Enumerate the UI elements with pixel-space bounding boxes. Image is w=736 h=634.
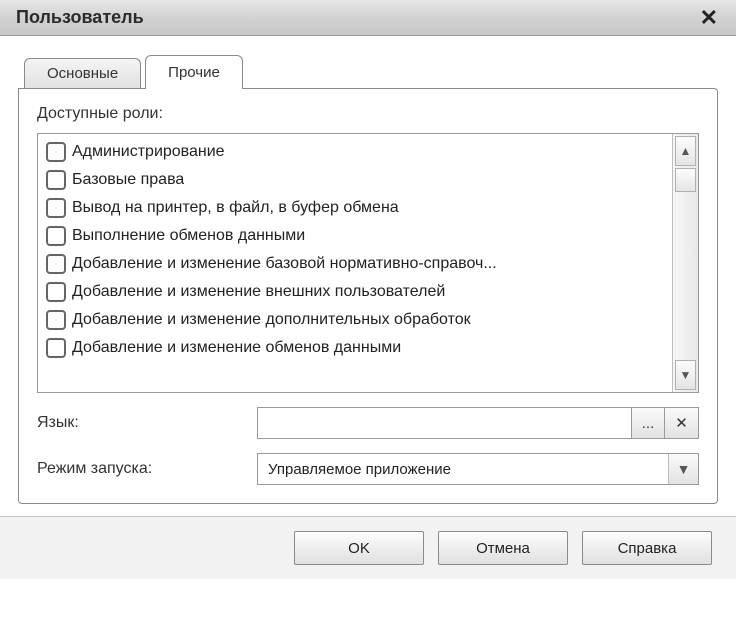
role-label: Вывод на принтер, в файл, в буфер обмена	[72, 199, 399, 217]
list-item[interactable]: Добавление и изменение дополнительных об…	[38, 306, 672, 334]
checkbox[interactable]	[46, 226, 66, 246]
checkbox[interactable]	[46, 142, 66, 162]
list-item[interactable]: Вывод на принтер, в файл, в буфер обмена	[38, 194, 672, 222]
button-label: Справка	[618, 540, 677, 557]
tab-other[interactable]: Прочие	[145, 55, 243, 89]
titlebar: Пользователь ✕	[0, 0, 736, 36]
button-label: Отмена	[476, 540, 530, 557]
scrollbar: ▲ ▼	[672, 134, 698, 392]
window-title: Пользователь	[16, 7, 144, 28]
launch-mode-dropdown[interactable]: Управляемое приложение ▼	[257, 453, 699, 485]
checkbox[interactable]	[46, 198, 66, 218]
tab-main[interactable]: Основные	[24, 58, 141, 88]
role-label: Администрирование	[72, 143, 225, 161]
role-label: Добавление и изменение внешних пользоват…	[72, 283, 445, 301]
roles-list[interactable]: Администрирование Базовые права Вывод на…	[38, 134, 672, 392]
role-label: Базовые права	[72, 171, 184, 189]
checkbox[interactable]	[46, 170, 66, 190]
language-label: Язык:	[37, 414, 257, 432]
tab-label: Прочие	[168, 64, 220, 81]
select-button[interactable]: ...	[631, 407, 665, 439]
list-item[interactable]: Добавление и изменение внешних пользоват…	[38, 278, 672, 306]
cancel-button[interactable]: Отмена	[438, 531, 568, 565]
list-item[interactable]: Базовые права	[38, 166, 672, 194]
chevron-down-icon: ▼	[680, 368, 692, 382]
checkbox[interactable]	[46, 254, 66, 274]
scroll-up-button[interactable]: ▲	[675, 136, 696, 166]
role-label: Добавление и изменение дополнительных об…	[72, 311, 471, 329]
tabstrip: Основные Прочие	[24, 54, 718, 88]
list-item[interactable]: Добавление и изменение базовой нормативн…	[38, 250, 672, 278]
checkbox[interactable]	[46, 310, 66, 330]
role-label: Выполнение обменов данными	[72, 227, 305, 245]
role-label: Добавление и изменение базовой нормативн…	[72, 255, 497, 273]
scroll-track[interactable]	[675, 168, 696, 358]
ellipsis-icon: ...	[642, 415, 655, 432]
dropdown-value: Управляемое приложение	[258, 457, 668, 482]
launch-mode-label: Режим запуска:	[37, 460, 257, 478]
button-label: OK	[348, 540, 370, 557]
list-item[interactable]: Выполнение обменов данными	[38, 222, 672, 250]
dialog-footer: OK Отмена Справка	[0, 516, 736, 579]
help-button[interactable]: Справка	[582, 531, 712, 565]
launch-mode-row: Режим запуска: Управляемое приложение ▼	[37, 453, 699, 485]
language-row: Язык: ... ✕	[37, 407, 699, 439]
chevron-down-icon: ▼	[668, 454, 698, 484]
clear-button[interactable]: ✕	[665, 407, 699, 439]
list-item[interactable]: Администрирование	[38, 138, 672, 166]
tab-panel-other: Доступные роли: Администрирование Базовы…	[18, 88, 718, 504]
list-item[interactable]: Добавление и изменение обменов данными	[38, 334, 672, 362]
content-area: Основные Прочие Доступные роли: Админист…	[0, 36, 736, 516]
roles-heading: Доступные роли:	[37, 105, 699, 123]
roles-listbox: Администрирование Базовые права Вывод на…	[37, 133, 699, 393]
close-icon: ✕	[675, 414, 688, 432]
scroll-thumb[interactable]	[675, 168, 696, 192]
language-input[interactable]	[257, 407, 631, 439]
checkbox[interactable]	[46, 282, 66, 302]
close-icon[interactable]: ✕	[694, 7, 724, 29]
scroll-down-button[interactable]: ▼	[675, 360, 696, 390]
checkbox[interactable]	[46, 338, 66, 358]
tab-label: Основные	[47, 65, 118, 82]
launch-mode-field-group: Управляемое приложение ▼	[257, 453, 699, 485]
role-label: Добавление и изменение обменов данными	[72, 339, 401, 357]
chevron-up-icon: ▲	[680, 144, 692, 158]
language-field-group: ... ✕	[257, 407, 699, 439]
ok-button[interactable]: OK	[294, 531, 424, 565]
